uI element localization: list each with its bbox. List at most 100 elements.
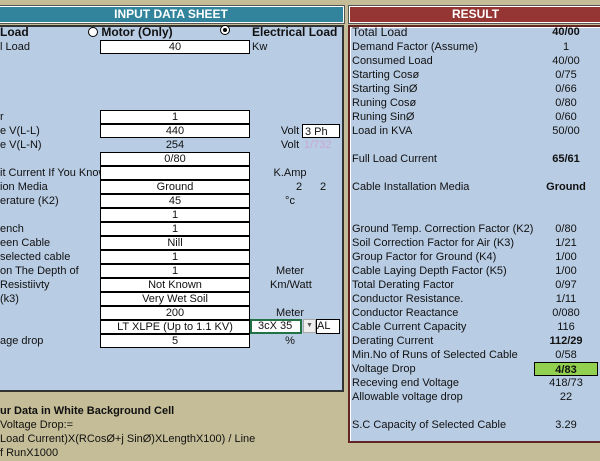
result-label: Cable Installation Media: [352, 181, 470, 193]
electrical-load-label: Electrical Load: [252, 25, 338, 39]
result-value: 1/00: [555, 251, 577, 263]
result-value: 0/97: [555, 279, 577, 291]
result-value: 418/73: [549, 377, 583, 389]
result-label: Total Load: [352, 25, 408, 39]
extra-value: 1/732: [304, 139, 332, 151]
result-label: Conductor Resistance.: [352, 293, 464, 305]
result-value: 4/83: [534, 362, 598, 376]
result-value: 1: [562, 41, 570, 53]
result-label: Group Factor for Ground (K4): [352, 251, 497, 263]
unit-label: °c: [285, 195, 295, 207]
result-value: 50/00: [552, 125, 580, 137]
input-field[interactable]: 45: [100, 194, 250, 208]
result-value: Ground: [546, 181, 586, 193]
result-label: Demand Factor (Assume): [352, 41, 478, 53]
input-field[interactable]: Nill: [100, 236, 250, 250]
result-value: 0/66: [555, 83, 577, 95]
input-label: Resistiivty: [0, 279, 50, 291]
dropdown-arrow-icon[interactable]: ▼: [303, 319, 316, 333]
result-label: Full Load Current: [352, 153, 437, 165]
phase-field[interactable]: 3 Ph: [302, 124, 340, 138]
result-value: 0/80: [555, 223, 577, 235]
result-header: RESULT: [348, 5, 600, 24]
input-field[interactable]: [100, 166, 250, 180]
input-label: ion Media: [0, 181, 48, 193]
result-value: 40/00: [552, 55, 580, 67]
result-value: 0/60: [555, 111, 577, 123]
input-label: erature (K2): [0, 195, 59, 207]
input-field[interactable]: LT XLPE (Up to 1.1 KV): [100, 320, 250, 334]
radio-electrical-load[interactable]: [220, 25, 230, 37]
input-label: selected cable: [0, 251, 71, 263]
result-value: 22: [559, 391, 573, 403]
input-field[interactable]: 5: [100, 334, 250, 348]
radio-selected-icon: [220, 25, 230, 35]
result-value: 1/00: [555, 265, 577, 277]
input-data-sheet-header: INPUT DATA SHEET: [0, 5, 345, 24]
note-line: ur Data in White Background Cell: [0, 405, 175, 417]
input-field: 254: [165, 139, 185, 151]
result-value: 1/21: [555, 237, 577, 249]
note-line: Voltage Drop:=: [0, 419, 74, 431]
radio-label: Motor (Only): [101, 25, 173, 39]
result-label: Derating Current: [352, 335, 434, 347]
result-label: Load in KVA: [352, 125, 413, 137]
input-field[interactable]: 1: [100, 264, 250, 278]
result-value: 0/80: [555, 97, 577, 109]
note-line: f RunX1000: [0, 447, 59, 459]
input-field[interactable]: 1: [100, 250, 250, 264]
radio-motor-only[interactable]: Motor (Only): [88, 25, 173, 39]
load-type-label: Load: [0, 25, 29, 39]
input-field[interactable]: Very Wet Soil: [100, 292, 250, 306]
result-value: 0/080: [552, 307, 580, 319]
result-value: 112/29: [549, 335, 583, 347]
result-label: Starting Cosø: [352, 69, 420, 81]
unit-label: Kw: [252, 41, 268, 53]
unit-label: %: [285, 335, 295, 347]
input-field[interactable]: Ground: [100, 180, 250, 194]
input-label: on The Depth of: [0, 265, 79, 277]
result-label: Min.No of Runs of Selected Cable: [352, 349, 518, 361]
result-value: 65/61: [552, 153, 580, 165]
input-label: it Current If You Know: [0, 167, 107, 179]
unit-label: Meter: [275, 265, 305, 277]
result-label: Voltage Drop: [352, 363, 416, 375]
result-label: Runing SinØ: [352, 111, 415, 123]
input-field[interactable]: 1: [100, 222, 250, 236]
cable-size-dropdown[interactable]: 3cX 35: [250, 319, 302, 334]
result-label: Ground Temp. Correction Factor (K2): [352, 223, 534, 235]
unit-label: Km/Watt: [270, 279, 312, 291]
result-value: 1/11: [555, 293, 577, 305]
note-line: Load Current)X(RCosØ+j SinØ)XLengthX100)…: [0, 433, 256, 445]
result-value: 3.29: [555, 419, 577, 431]
input-label: e V(L-N): [0, 139, 42, 151]
cable-material: AL: [316, 319, 340, 334]
result-label: Consumed Load: [352, 55, 433, 67]
input-label: een Cable: [0, 237, 51, 249]
input-label: (k3): [0, 293, 19, 305]
input-label: e V(L-L): [0, 125, 40, 137]
input-field[interactable]: Not Known: [100, 278, 250, 292]
result-label: Starting SinØ: [352, 83, 418, 95]
result-value: 40/00: [552, 26, 580, 38]
input-field[interactable]: 40: [100, 40, 250, 54]
input-field[interactable]: 200: [100, 306, 250, 320]
input-label: age drop: [0, 335, 44, 347]
result-label: Soil Correction Factor for Air (K3): [352, 237, 514, 249]
unit-label: 2: [295, 181, 303, 193]
input-field[interactable]: 1: [100, 110, 250, 124]
result-label: Total Derating Factor: [352, 279, 455, 291]
unit-label: Meter: [275, 307, 305, 319]
result-value: 116: [557, 321, 575, 333]
input-field[interactable]: 0/80: [100, 152, 250, 166]
result-label: Receving end Voltage: [352, 377, 460, 389]
result-label: Conductor Reactance: [352, 307, 459, 319]
result-value: 0/58: [555, 349, 577, 361]
input-label: ench: [0, 223, 24, 235]
result-label: Allowable voltage drop: [352, 391, 463, 403]
unit-label: K.Amp: [273, 167, 307, 179]
input-field[interactable]: 440: [100, 124, 250, 138]
input-label: r: [0, 111, 4, 123]
input-field[interactable]: 1: [100, 208, 250, 222]
result-label: Cable Current Capacity: [352, 321, 467, 333]
